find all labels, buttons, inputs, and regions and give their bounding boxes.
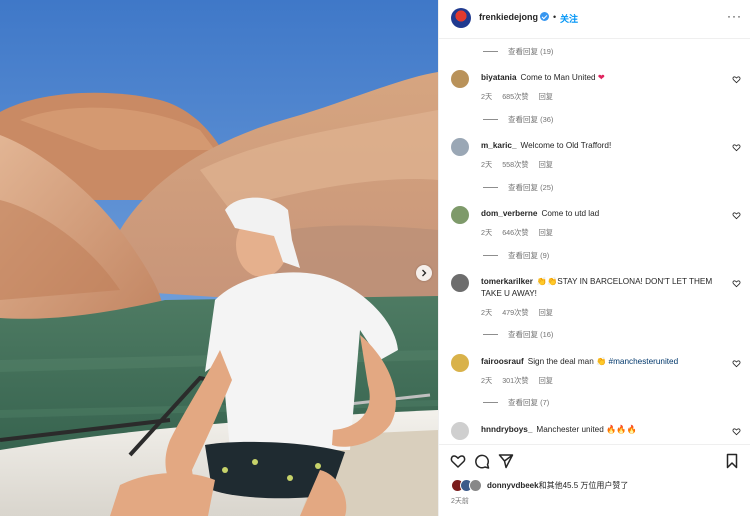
commenter-username[interactable]: dom_verberne: [481, 209, 537, 218]
bookmark-icon[interactable]: [724, 453, 740, 469]
reply-button[interactable]: 回复: [539, 228, 553, 238]
comment-meta: 2天 558次赞 回复: [481, 160, 553, 170]
commenter-avatar[interactable]: [451, 274, 469, 292]
heart-icon[interactable]: [450, 453, 466, 469]
author-username[interactable]: frenkiedejong: [479, 12, 538, 22]
post-date: 2天前: [451, 498, 469, 505]
reply-button[interactable]: 回复: [539, 92, 553, 102]
view-replies-label: 查看回复 (36): [508, 114, 554, 124]
commenter-username[interactable]: tomerkarilker: [481, 277, 533, 286]
carousel-next-button[interactable]: [416, 265, 432, 281]
comment-likes[interactable]: 479次赞: [502, 308, 528, 318]
more-icon[interactable]: ···: [727, 9, 742, 23]
comment-time: 2天: [481, 376, 493, 385]
commenter-username[interactable]: biyatania: [481, 73, 517, 82]
view-replies-label: 查看回复 (9): [508, 250, 550, 260]
liker-avatar: [469, 479, 482, 492]
likes-count-text: 和其他45.5 万位用户赞了: [538, 480, 629, 490]
author-avatar[interactable]: [451, 8, 471, 28]
commenter-avatar[interactable]: [451, 206, 469, 224]
like-heart-icon[interactable]: [732, 143, 741, 152]
liker-avatars: [451, 479, 483, 492]
comment-time: 2天: [481, 160, 493, 169]
commenter-username[interactable]: m_karic_: [481, 141, 517, 150]
like-heart-icon[interactable]: [732, 279, 741, 288]
view-replies-label: 查看回复 (16): [508, 329, 554, 339]
like-heart-icon[interactable]: [732, 211, 741, 220]
separator-dot: •: [553, 12, 557, 22]
post-actions: donnyvdbeek 和其他45.5 万位用户赞了 2天前: [439, 444, 750, 517]
commenter-username[interactable]: hnndryboys_: [481, 425, 532, 434]
comment-body: Come to utd lad: [541, 209, 600, 218]
comment-body: Manchester united 🔥🔥🔥: [536, 425, 637, 434]
comment-body: Welcome to Old Trafford!: [520, 141, 612, 150]
comment-body: Sign the deal man 👏: [527, 357, 609, 366]
comment-text: fairoosrauf Sign the deal man 👏 #manchest…: [481, 356, 716, 368]
commenter-username[interactable]: fairoosrauf: [481, 357, 524, 366]
commenter-avatar[interactable]: [451, 422, 469, 440]
like-heart-icon[interactable]: [732, 359, 741, 368]
view-replies-label: 查看回复 (7): [508, 397, 550, 407]
commenter-avatar[interactable]: [451, 138, 469, 156]
comment-icon[interactable]: [474, 453, 490, 469]
reply-button[interactable]: 回复: [539, 376, 553, 386]
view-replies-button[interactable]: 查看回复 (9): [483, 249, 549, 261]
commenter-avatar[interactable]: [451, 70, 469, 88]
liker-username[interactable]: donnyvdbeek: [487, 481, 539, 490]
likes-summary[interactable]: donnyvdbeek 和其他45.5 万位用户赞了: [451, 479, 629, 492]
comment-likes[interactable]: 301次赞: [502, 376, 528, 386]
comment-text: hnndryboys_ Manchester united 🔥🔥🔥: [481, 424, 716, 436]
comment-likes[interactable]: 558次赞: [502, 160, 528, 170]
view-replies-label: 查看回复 (19): [508, 46, 554, 56]
comment-text: biyatania Come to Man United ❤: [481, 72, 716, 84]
comment-time: 2天: [481, 92, 493, 101]
reply-button[interactable]: 回复: [539, 308, 553, 318]
view-replies-button[interactable]: 查看回复 (36): [483, 113, 553, 125]
comment-text: tomerkarilker 👏👏STAY IN BARCELONA! DON'T …: [481, 276, 716, 299]
view-replies-button[interactable]: 查看回复 (25): [483, 181, 553, 193]
post-modal: frenkiedejong • 关注 ··· 查看回复 (19) biyatan…: [0, 0, 750, 516]
share-icon[interactable]: [498, 453, 514, 469]
post-image: [0, 0, 438, 516]
comment-meta: 2天 479次赞 回复: [481, 308, 553, 318]
post-photo[interactable]: [0, 0, 438, 516]
post-header: frenkiedejong • 关注 ···: [439, 0, 750, 39]
comment-text: dom_verberne Come to utd lad: [481, 208, 716, 220]
follow-button[interactable]: 关注: [560, 12, 578, 25]
like-heart-icon[interactable]: [732, 75, 741, 84]
comment-time: 2天: [481, 308, 493, 317]
comments-panel: frenkiedejong • 关注 ··· 查看回复 (19) biyatan…: [438, 0, 750, 516]
verified-icon: [540, 12, 549, 21]
view-replies-button[interactable]: 查看回复 (19): [483, 45, 553, 57]
reply-button[interactable]: 回复: [539, 160, 553, 170]
view-replies-label: 查看回复 (25): [508, 182, 554, 192]
comment-likes[interactable]: 646次赞: [502, 228, 528, 238]
comment-meta: 2天 685次赞 回复: [481, 92, 553, 102]
chevron-right-icon: [422, 269, 427, 277]
view-replies-button[interactable]: 查看回复 (7): [483, 396, 549, 408]
comment-meta: 2天 646次赞 回复: [481, 228, 553, 238]
comment-likes[interactable]: 685次赞: [502, 92, 528, 102]
view-replies-button[interactable]: 查看回复 (16): [483, 328, 553, 340]
comment-body: Come to Man United: [520, 73, 598, 82]
hashtag-link[interactable]: #manchesterunited: [609, 357, 679, 366]
comment-meta: 2天 301次赞 回复: [481, 376, 553, 386]
comment-text: m_karic_ Welcome to Old Trafford!: [481, 140, 716, 152]
commenter-avatar[interactable]: [451, 354, 469, 372]
comment-list[interactable]: 查看回复 (19) biyatania Come to Man United ❤ …: [439, 38, 750, 444]
comment-time: 2天: [481, 228, 493, 237]
like-heart-icon[interactable]: [732, 427, 741, 436]
comment-emoji: ❤: [597, 73, 605, 82]
